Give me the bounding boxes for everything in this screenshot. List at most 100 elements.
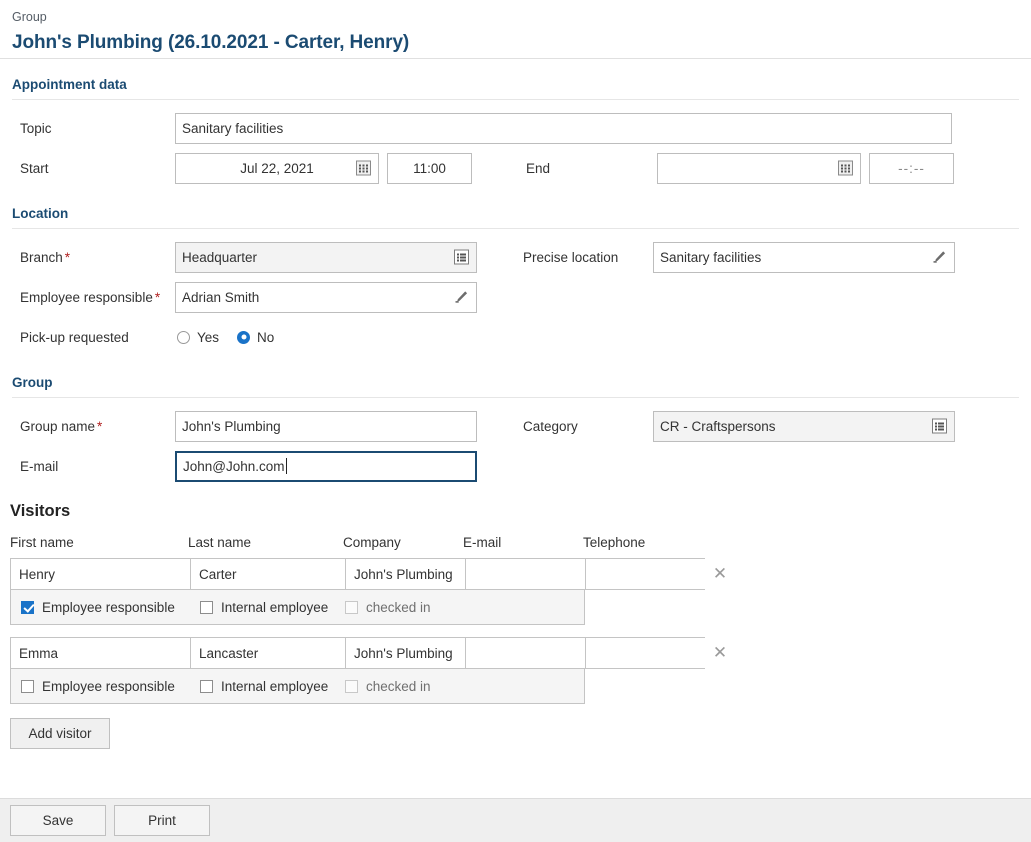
start-label: Start	[20, 160, 49, 176]
checkbox-checked-in-icon	[345, 600, 358, 614]
visitor-company-value: John's Plumbing	[354, 645, 453, 661]
visitor-company-value: John's Plumbing	[354, 566, 453, 582]
visitor-block: Henry Carter John's Plumbing ✕ Employee …	[10, 558, 1031, 625]
visitor-email-input[interactable]	[465, 558, 585, 590]
save-button[interactable]: Save	[10, 805, 106, 836]
topic-label: Topic	[20, 120, 52, 136]
pickup-option-no[interactable]: No	[237, 330, 274, 345]
location-section-title: Location	[12, 206, 69, 221]
visitor-company-input[interactable]: John's Plumbing	[345, 637, 465, 669]
pickup-no-label: No	[257, 329, 275, 345]
start-time-value: 11:00	[413, 160, 446, 176]
column-header-first-name: First name	[10, 535, 74, 550]
group-section: Group Group name * John's Plumbing Catego…	[0, 357, 1031, 486]
text-cursor	[285, 458, 287, 474]
list-icon[interactable]	[931, 418, 948, 435]
branch-label: Branch *	[12, 250, 175, 265]
branch-input[interactable]: Headquarter	[175, 241, 477, 273]
topic-value: Sanitary facilities	[182, 120, 284, 136]
checkbox-employee-responsible[interactable]: Employee responsible	[21, 679, 200, 694]
employee-responsible-value: Adrian Smith	[182, 289, 260, 305]
start-date-input[interactable]: Jul 22, 2021	[175, 152, 379, 184]
calendar-icon[interactable]	[837, 160, 854, 177]
checkbox-employee-responsible-icon[interactable]	[21, 600, 34, 614]
checkbox-internal-employee-label: Internal employee	[221, 678, 329, 694]
checkbox-employee-responsible-icon[interactable]	[21, 679, 34, 693]
start-end-row: Start Jul 22, 2021 11:00 End --:--	[12, 148, 1019, 188]
employee-responsible-input[interactable]: Adrian Smith	[175, 281, 477, 313]
end-label: End	[526, 160, 551, 176]
required-marker: *	[97, 418, 103, 434]
pickup-option-yes[interactable]: Yes	[177, 330, 219, 345]
section-divider	[12, 397, 1019, 398]
checkbox-internal-employee-icon[interactable]	[200, 600, 213, 614]
category-value: CR - Craftspersons	[660, 418, 776, 434]
start-date-value: Jul 22, 2021	[240, 160, 314, 176]
group-name-input[interactable]: John's Plumbing	[175, 410, 477, 442]
precise-location-label: Precise location	[523, 249, 619, 265]
print-button[interactable]: Print	[114, 805, 210, 836]
list-icon[interactable]	[453, 249, 470, 266]
visitor-first-name-input[interactable]: Henry	[10, 558, 190, 590]
visitor-telephone-input[interactable]	[585, 558, 705, 590]
pencil-icon[interactable]	[453, 289, 470, 306]
visitors-title: Visitors	[10, 502, 71, 520]
email-value: John@John.com	[183, 458, 285, 474]
checkbox-internal-employee[interactable]: Internal employee	[200, 679, 345, 694]
checkbox-employee-responsible[interactable]: Employee responsible	[21, 600, 200, 615]
radio-no-icon[interactable]	[237, 330, 251, 344]
visitor-telephone-input[interactable]	[585, 637, 705, 669]
checkbox-internal-employee[interactable]: Internal employee	[200, 600, 345, 615]
start-time-input[interactable]: 11:00	[387, 152, 472, 184]
email-input[interactable]: John@John.com	[175, 450, 477, 482]
checkbox-internal-employee-label: Internal employee	[221, 599, 329, 615]
checkbox-checked-in: checked in	[345, 679, 431, 694]
page-title: John's Plumbing (26.10.2021 - Carter, He…	[12, 32, 410, 53]
checkbox-checked-in-icon	[345, 679, 358, 693]
branch-row: Branch * Headquarter Precise location San…	[12, 237, 1019, 277]
breadcrumb: Group	[12, 10, 47, 24]
close-icon[interactable]: ✕	[705, 564, 735, 584]
visitor-company-input[interactable]: John's Plumbing	[345, 558, 465, 590]
close-icon[interactable]: ✕	[705, 643, 735, 663]
column-header-last-name: Last name	[188, 535, 252, 550]
visitor-first-name-value: Henry	[19, 566, 56, 582]
category-label: Category	[523, 418, 578, 434]
email-row: E-mail John@John.com	[12, 446, 1019, 486]
visitor-block: Emma Lancaster John's Plumbing ✕ Employe…	[10, 637, 1031, 704]
footer-bar: Save Print	[0, 798, 1031, 842]
add-visitor-button[interactable]: Add visitor	[10, 718, 110, 749]
visitor-email-input[interactable]	[465, 637, 585, 669]
visitor-last-name-input[interactable]: Lancaster	[190, 637, 345, 669]
precise-location-value: Sanitary facilities	[660, 249, 762, 265]
category-input[interactable]: CR - Craftspersons	[653, 410, 955, 442]
pickup-requested-label: Pick-up requested	[20, 329, 129, 345]
topic-input[interactable]: Sanitary facilities	[175, 112, 952, 144]
calendar-icon[interactable]	[355, 160, 372, 177]
pickup-yes-label: Yes	[197, 329, 220, 345]
table-row: Henry Carter John's Plumbing ✕	[10, 558, 1031, 590]
visitor-first-name-input[interactable]: Emma	[10, 637, 190, 669]
column-header-telephone: Telephone	[583, 535, 646, 550]
visitor-last-name-value: Carter	[199, 566, 237, 582]
visitor-last-name-value: Lancaster	[199, 645, 259, 661]
radio-yes-icon[interactable]	[177, 330, 190, 344]
end-time-input[interactable]: --:--	[869, 152, 954, 184]
checkbox-employee-responsible-label: Employee responsible	[42, 599, 175, 615]
employee-responsible-row: Employee responsible * Adrian Smith	[12, 277, 1019, 317]
location-section: Location Branch * Headquarter Precise loc…	[0, 188, 1031, 357]
precise-location-input[interactable]: Sanitary facilities	[653, 241, 955, 273]
checkbox-internal-employee-icon[interactable]	[200, 679, 213, 693]
visitor-first-name-value: Emma	[19, 645, 59, 661]
pencil-icon[interactable]	[931, 249, 948, 266]
visitor-last-name-input[interactable]: Carter	[190, 558, 345, 590]
end-date-input[interactable]	[657, 152, 861, 184]
column-header-company: Company	[343, 535, 401, 550]
pickup-radio-group[interactable]: Yes No	[175, 330, 292, 345]
group-section-title: Group	[12, 375, 53, 390]
required-marker: *	[154, 289, 161, 305]
group-name-label: Group name *	[12, 419, 175, 434]
branch-label-text: Branch	[20, 249, 63, 265]
checkbox-checked-in: checked in	[345, 600, 431, 615]
section-divider	[12, 228, 1019, 229]
